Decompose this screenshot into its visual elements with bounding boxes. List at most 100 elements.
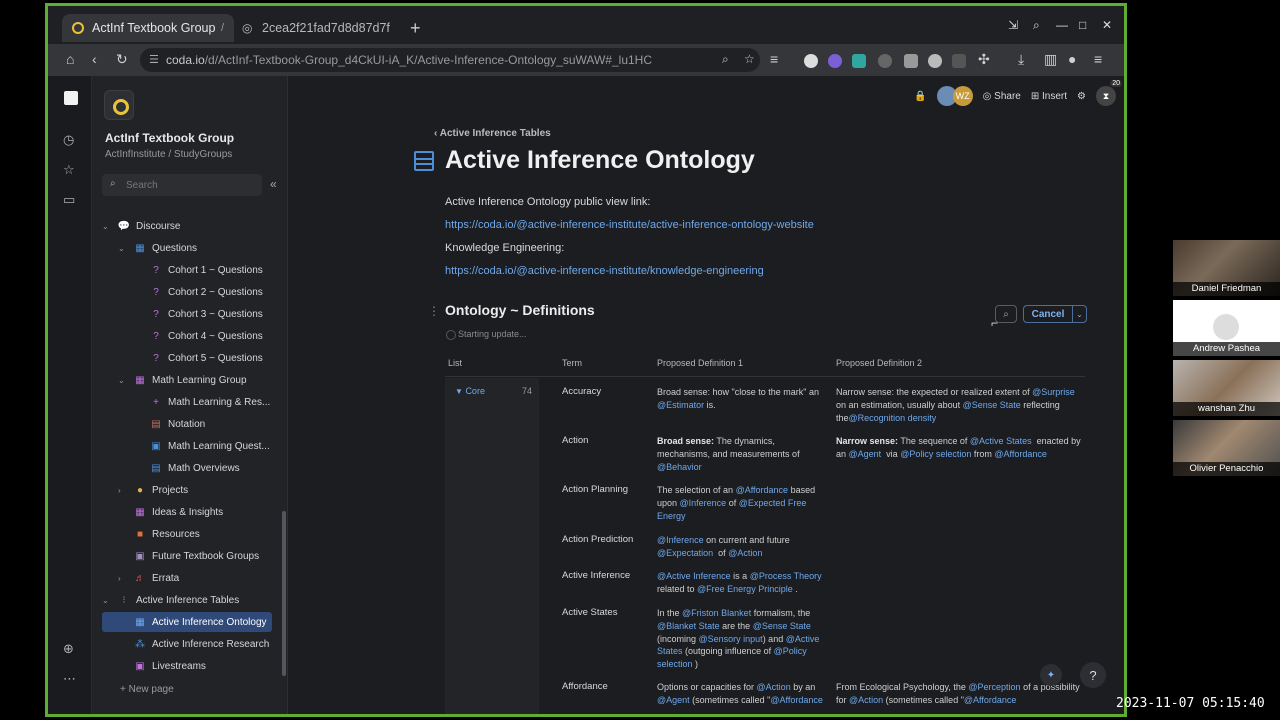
knowledge-engineering-link[interactable]: https://coda.io/@active-inference-instit…	[445, 265, 764, 277]
def1-action[interactable]: Broad sense: The dynamics, mechanisms, a…	[657, 435, 829, 473]
clock-icon[interactable]: ◷	[63, 132, 74, 148]
chevron-icon[interactable]: ⌄	[102, 596, 116, 605]
lock-icon[interactable]: 🔒	[914, 91, 926, 102]
def1-accuracy[interactable]: Broad sense: how "close to the mark" an …	[657, 386, 829, 412]
settings-gear-icon[interactable]: ⚙	[1077, 91, 1086, 102]
sidebar-item[interactable]: ⌄ 💬 Discourse	[102, 216, 180, 236]
chevron-icon[interactable]: ›	[118, 574, 132, 583]
folder-icon[interactable]: ▭	[63, 192, 75, 208]
chevron-icon[interactable]: ⌄	[118, 376, 132, 385]
def1-action-planning[interactable]: The selection of an @Affordance based up…	[657, 484, 829, 522]
public-view-link[interactable]: https://coda.io/@active-inference-instit…	[445, 219, 814, 231]
reload-icon[interactable]: ↻	[116, 51, 128, 68]
term-action-planning[interactable]: Action Planning	[562, 484, 628, 495]
menu-icon[interactable]: ≡	[1094, 51, 1102, 67]
def2-action[interactable]: Narrow sense: The sequence of @Active St…	[836, 435, 1086, 461]
more-icon[interactable]: ⋯	[63, 671, 76, 687]
home-icon[interactable]: ⌂	[66, 51, 74, 67]
sidebar-item[interactable]: ▤ Math Overviews	[134, 458, 239, 478]
side-panel-icon[interactable]: ▥	[1044, 51, 1057, 68]
sidebar-item[interactable]: › ♬ Errata	[118, 568, 179, 588]
user-avatar[interactable]: ⧗ 20	[1096, 80, 1122, 106]
insert-button[interactable]: ⊞ Insert	[1031, 91, 1067, 102]
extension-icon[interactable]	[928, 54, 942, 68]
column-header-list[interactable]: List	[448, 358, 462, 368]
extension-icon[interactable]	[852, 54, 866, 68]
search-tabs-icon[interactable]: ⌕	[1033, 18, 1040, 33]
url-bar[interactable]: ☰ coda.io/d/ActInf-Textbook-Group_d4CkUI…	[140, 48, 760, 72]
doc-path[interactable]: ActInfInstitute / StudyGroups	[105, 149, 232, 160]
chevron-icon[interactable]: ⌄	[118, 244, 132, 253]
def1-affordance[interactable]: Options or capacities for @Action by an …	[657, 681, 829, 707]
sidebar-item[interactable]: ▣ Livestreams	[118, 656, 206, 676]
sidebar-item[interactable]: ? Cohort 3 ~ Questions	[134, 304, 263, 324]
share-button[interactable]: ◎ Share	[983, 91, 1021, 102]
sidebar-scrollbar[interactable]	[282, 511, 286, 676]
chevron-icon[interactable]: ⌄	[102, 222, 116, 231]
sidebar-item[interactable]: ▦ Ideas & Insights	[118, 502, 223, 522]
sidebar-item[interactable]: ? Cohort 2 ~ Questions	[134, 282, 263, 302]
sidebar-item[interactable]: ⌄ ⁝ Active Inference Tables	[102, 590, 239, 610]
sidebar-search-input[interactable]: ⌕ Search	[102, 174, 262, 196]
term-affordance[interactable]: Affordance	[562, 681, 608, 692]
sidebar-item[interactable]: ? Cohort 4 ~ Questions	[134, 326, 263, 346]
doc-scrollbar[interactable]	[1124, 78, 1127, 108]
close-window-icon[interactable]: ✕	[1102, 18, 1112, 32]
extensions-puzzle-icon[interactable]: ✣	[978, 51, 990, 68]
def2-accuracy[interactable]: Narrow sense: the expected or realized e…	[836, 386, 1086, 424]
chevron-down-icon[interactable]: ⌄	[1073, 305, 1087, 323]
site-info-icon[interactable]: ☰	[149, 53, 159, 66]
sidebar-item[interactable]: ▦ Active Inference Ontology	[102, 612, 272, 632]
term-accuracy[interactable]: Accuracy	[562, 386, 601, 397]
sidebar-item[interactable]: ▣ Math Learning Quest...	[134, 436, 269, 456]
breadcrumb[interactable]: ‹ Active Inference Tables	[434, 128, 551, 139]
star-icon[interactable]: ☆	[63, 162, 75, 178]
tab-actinf-textbook[interactable]: ActInf Textbook Group /	[62, 14, 234, 42]
extension-icon[interactable]	[804, 54, 818, 68]
add-doc-icon[interactable]: ⊕	[63, 641, 74, 657]
tab-close-icon[interactable]: /	[221, 22, 224, 34]
collapse-sidebar-icon[interactable]: «	[270, 177, 277, 191]
zoom-icon[interactable]: ⌕	[722, 52, 729, 67]
sidebar-item[interactable]: ▤ Notation	[134, 414, 205, 434]
help-button[interactable]: ?	[1080, 662, 1106, 688]
maximize-icon[interactable]: □	[1079, 18, 1086, 32]
cancel-button[interactable]: Cancel	[1023, 305, 1073, 323]
minimize-icon[interactable]: —	[1056, 18, 1068, 32]
doc-icon[interactable]	[104, 90, 134, 120]
sidebar-item[interactable]: ⁂ Active Inference Research	[118, 634, 269, 654]
table-options-icon[interactable]: ⋮	[428, 304, 440, 318]
new-page-button[interactable]: + New page	[120, 684, 174, 695]
extension-icon[interactable]	[952, 54, 966, 68]
extension-icon[interactable]	[878, 54, 892, 68]
group-core[interactable]: ▼ Core	[455, 386, 485, 396]
term-action[interactable]: Action	[562, 435, 588, 446]
sidebar-toggle-icon[interactable]: ⇲	[1008, 18, 1018, 32]
term-active-states[interactable]: Active States	[562, 607, 617, 618]
tab-search-icon[interactable]: ≡	[770, 51, 778, 67]
doc-title[interactable]: ActInf Textbook Group	[105, 131, 234, 145]
column-header-def1[interactable]: Proposed Definition 1	[657, 358, 743, 368]
sidebar-item[interactable]: ? Cohort 1 ~ Questions	[134, 260, 263, 280]
avatar[interactable]: WZ	[952, 86, 973, 106]
tab-hash[interactable]: ◎ 2cea2f21fad7d8d87d7f	[232, 14, 402, 42]
back-icon[interactable]: ‹	[92, 51, 97, 67]
table-page-icon[interactable]	[414, 151, 434, 171]
chevron-icon[interactable]: ›	[118, 486, 132, 495]
sidebar-item[interactable]: ⌄ ▦ Questions	[118, 238, 197, 258]
bookmark-star-icon[interactable]: ☆	[744, 52, 755, 66]
profile-icon[interactable]: ●	[1068, 51, 1076, 67]
extension-icon[interactable]	[828, 54, 842, 68]
def1-active-states[interactable]: In the @Friston Blanket formalism, the @…	[657, 607, 829, 671]
sidebar-item[interactable]: ■ Resources	[118, 524, 200, 544]
coda-logo-icon[interactable]	[64, 91, 78, 105]
download-icon[interactable]: ⤓	[1018, 51, 1024, 68]
table-search-icon[interactable]: ⌕	[995, 305, 1017, 323]
term-active-inference[interactable]: Active Inference	[562, 570, 630, 581]
def1-action-prediction[interactable]: @Inference on current and future @Expect…	[657, 534, 829, 560]
column-header-def2[interactable]: Proposed Definition 2	[836, 358, 922, 368]
sidebar-item[interactable]: ▣ Future Textbook Groups	[118, 546, 259, 566]
column-header-term[interactable]: Term	[562, 358, 582, 368]
sidebar-item[interactable]: › ● Projects	[118, 480, 188, 500]
new-tab-button[interactable]: +	[410, 18, 421, 39]
